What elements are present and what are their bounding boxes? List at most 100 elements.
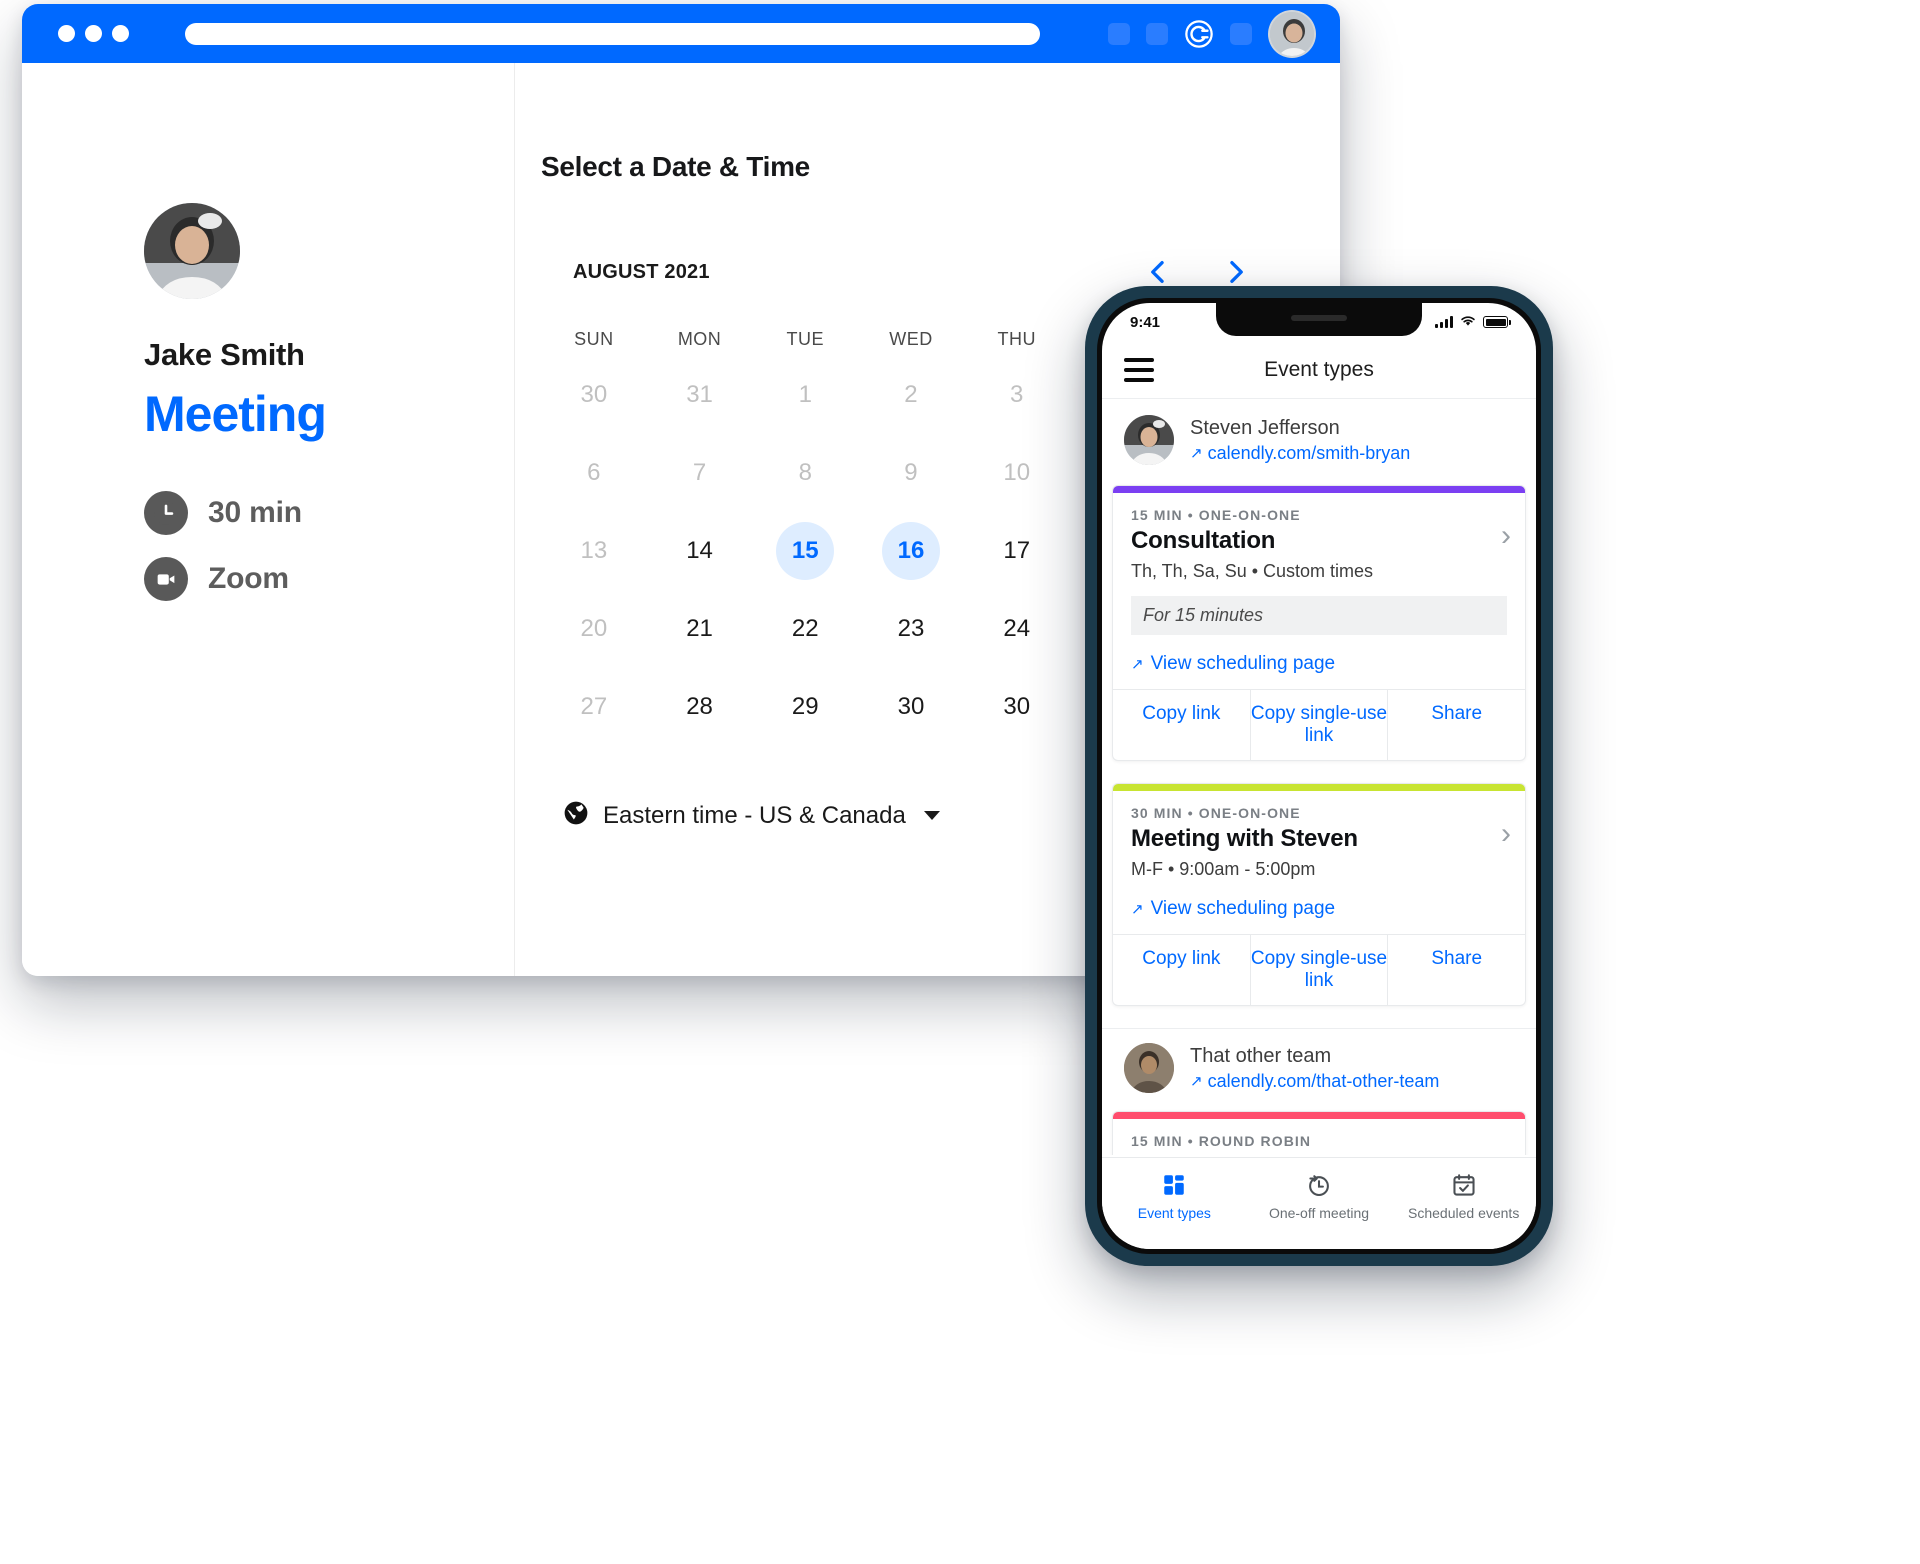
- calendar-day: 30: [580, 381, 608, 408]
- nav-placeholder-1-icon[interactable]: [1108, 22, 1130, 45]
- view-scheduling-page-link[interactable]: ↗ View scheduling page: [1113, 641, 1525, 689]
- event-meta-list: 30 min Zoom: [144, 491, 514, 601]
- clock-icon: [144, 491, 188, 535]
- calendar-day[interactable]: 24: [988, 600, 1046, 658]
- external-link-icon: ↗: [1131, 901, 1144, 918]
- app-header: Event types: [1102, 341, 1536, 399]
- team-row: That other team ↗ calendly.com/that-othe…: [1102, 1028, 1536, 1105]
- calendar-day[interactable]: 23: [882, 600, 940, 658]
- video-camera-icon: [144, 557, 188, 601]
- calendar-day[interactable]: 29: [776, 678, 834, 736]
- nav-placeholder-3-icon[interactable]: [1230, 22, 1252, 45]
- calendar-day[interactable]: 30: [882, 678, 940, 736]
- calendly-logo-icon: [1184, 19, 1214, 49]
- calendar-day-cell[interactable]: 16: [858, 522, 964, 580]
- prev-month-button[interactable]: [1143, 255, 1173, 289]
- chevron-right-icon[interactable]: ›: [1501, 519, 1511, 553]
- address-bar[interactable]: [185, 22, 1040, 45]
- calendar-day-cell[interactable]: 17: [964, 522, 1070, 580]
- card-availability: Th, Th, Sa, Su • Custom times: [1131, 561, 1374, 581]
- team-link-label: calendly.com/that-other-team: [1207, 1070, 1440, 1091]
- copy-single-use-link-button[interactable]: Copy single-use link: [1249, 690, 1388, 760]
- calendar-day-cell[interactable]: 29: [752, 678, 858, 736]
- status-indicators: [1435, 314, 1511, 331]
- window-controls[interactable]: [58, 25, 129, 42]
- event-card[interactable]: › 15 MIN • ONE-ON-ONE Consultation Th, T…: [1112, 485, 1526, 761]
- calendar-day-cell[interactable]: 30: [964, 678, 1070, 736]
- tab-event-types[interactable]: Event types: [1102, 1170, 1247, 1221]
- calendar-nav: [1143, 255, 1251, 289]
- nav-placeholder-2-icon[interactable]: [1146, 22, 1168, 45]
- dow-thu: THU: [997, 329, 1036, 349]
- calendar-day-cell[interactable]: 28: [647, 678, 753, 736]
- copy-link-button[interactable]: Copy link: [1113, 935, 1250, 1005]
- calendar-day-cell[interactable]: 22: [752, 600, 858, 658]
- calendar-day[interactable]: 22: [776, 600, 834, 658]
- next-month-button[interactable]: [1221, 255, 1251, 289]
- tab-one-off-meeting[interactable]: One-off meeting: [1247, 1170, 1392, 1221]
- card-actions: Copy link Copy single-use link Share: [1113, 689, 1525, 760]
- share-button[interactable]: Share: [1387, 690, 1525, 760]
- calendar-day: 2: [904, 381, 918, 408]
- calendar-day-available[interactable]: 16: [881, 522, 940, 580]
- share-button[interactable]: Share: [1387, 935, 1525, 1005]
- calendar-day-cell: 8: [752, 444, 858, 502]
- calendar-day[interactable]: 17: [988, 522, 1046, 580]
- minimize-dot[interactable]: [85, 25, 102, 42]
- chevron-right-icon[interactable]: ›: [1501, 817, 1511, 851]
- calendar-day-cell: 3: [964, 366, 1070, 424]
- card-body: › 15 MIN • ROUND ROBIN Team Meeting: [1113, 1119, 1525, 1155]
- calendar-day-cell: 1: [752, 366, 858, 424]
- calendar-day[interactable]: 14: [671, 522, 729, 580]
- tab-scheduled-events-label: Scheduled events: [1408, 1205, 1520, 1221]
- close-dot[interactable]: [58, 25, 75, 42]
- calendar-day[interactable]: 28: [671, 678, 729, 736]
- calendar-day-cell: 9: [858, 444, 964, 502]
- calendar-month-label: AUGUST 2021: [573, 260, 710, 283]
- maximize-dot[interactable]: [112, 25, 129, 42]
- event-card[interactable]: › 30 MIN • ONE-ON-ONE Meeting with Steve…: [1112, 783, 1526, 1006]
- calendar-check-icon: [1391, 1170, 1536, 1200]
- calendar-day-cell[interactable]: 24: [964, 600, 1070, 658]
- calendar-day: 31: [686, 381, 713, 408]
- calendar-day[interactable]: 21: [671, 600, 729, 658]
- chevron-down-icon[interactable]: [923, 811, 940, 820]
- wifi-icon: [1459, 314, 1477, 331]
- cellular-bars-icon: [1435, 316, 1453, 328]
- chrome-user-avatar[interactable]: [1268, 9, 1316, 58]
- owner-link-label: calendly.com/smith-bryan: [1207, 442, 1411, 463]
- calendar-day-cell[interactable]: 30: [858, 678, 964, 736]
- calendar-day-cell[interactable]: 15: [752, 522, 858, 580]
- copy-single-use-link-button[interactable]: Copy single-use link: [1249, 935, 1388, 1005]
- event-location-row: Zoom: [144, 557, 514, 601]
- calendar-day: 27: [580, 693, 608, 720]
- calendar-topbar: AUGUST 2021: [541, 255, 1281, 289]
- host-profile-pane: Jake Smith Meeting 30 min Zoom: [22, 63, 514, 976]
- view-scheduling-page-link[interactable]: ↗ View scheduling page: [1113, 886, 1525, 934]
- calendar-day-cell[interactable]: 14: [647, 522, 753, 580]
- calendar-day-cell[interactable]: 23: [858, 600, 964, 658]
- calendar-day: 9: [904, 459, 918, 486]
- card-color-strip: [1113, 784, 1525, 791]
- event-types-list[interactable]: Steven Jefferson ↗ calendly.com/smith-br…: [1102, 399, 1536, 1155]
- tab-one-off-meeting-label: One-off meeting: [1268, 1205, 1370, 1221]
- calendar-day-cell[interactable]: 21: [647, 600, 753, 658]
- calendar-day: 20: [580, 615, 608, 642]
- calendar-day: 6: [587, 459, 601, 486]
- chevron-right-icon[interactable]: ›: [1501, 1145, 1511, 1155]
- hamburger-menu-icon[interactable]: [1124, 357, 1154, 382]
- timezone-label: Eastern time - US & Canada: [603, 801, 906, 829]
- calendar-day-cell: 2: [858, 366, 964, 424]
- calendar-day[interactable]: 30: [988, 678, 1046, 736]
- event-duration-row: 30 min: [144, 491, 514, 535]
- owner-link[interactable]: ↗ calendly.com/smith-bryan: [1190, 443, 1410, 464]
- event-card[interactable]: › 15 MIN • ROUND ROBIN Team Meeting: [1112, 1111, 1526, 1155]
- calendar-day-available[interactable]: 15: [776, 522, 835, 580]
- owner-avatar: [1124, 415, 1174, 465]
- card-color-strip: [1113, 1112, 1525, 1119]
- copy-link-button[interactable]: Copy link: [1113, 690, 1250, 760]
- card-title: Consultation: [1131, 527, 1276, 554]
- card-kicker: 15 MIN • ROUND ROBIN: [1131, 1133, 1312, 1149]
- tab-scheduled-events[interactable]: Scheduled events: [1391, 1170, 1536, 1221]
- team-link[interactable]: ↗ calendly.com/that-other-team: [1190, 1071, 1439, 1092]
